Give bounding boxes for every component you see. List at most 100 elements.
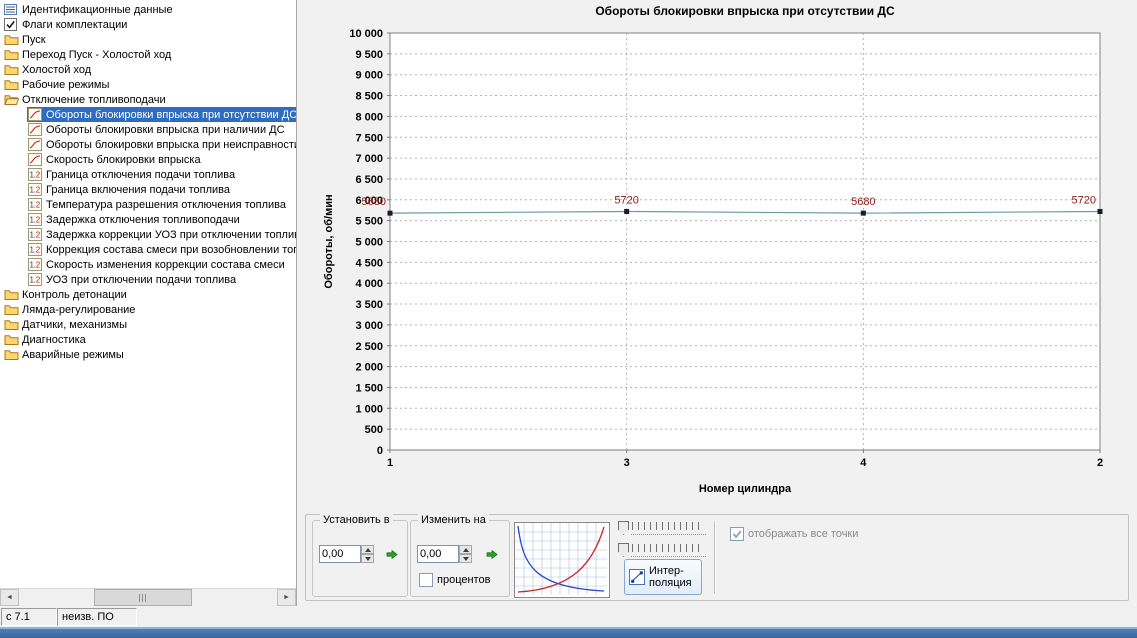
tree-item[interactable]: 1.2 Коррекция состава смеси при возобновл… xyxy=(0,242,296,257)
tree-horizontal-scrollbar[interactable]: ◄ ► xyxy=(0,588,296,606)
spin-up-button[interactable] xyxy=(361,545,374,554)
svg-text:8 000: 8 000 xyxy=(355,111,383,123)
tree-item-label: Температура разрешения отключения топлив… xyxy=(46,198,286,211)
svg-text:.2: .2 xyxy=(34,216,41,225)
change-value-spinner xyxy=(459,545,472,563)
svg-text:6 500: 6 500 xyxy=(355,174,383,186)
tree-item[interactable]: Контроль детонации xyxy=(0,287,296,302)
parameter-tree: Идентификационные данные Флаги комплектац… xyxy=(0,0,296,589)
slider-ticks-icon xyxy=(632,544,704,552)
tree-item[interactable]: Датчики, механизмы xyxy=(0,317,296,332)
folder-open-icon xyxy=(4,93,19,106)
tree-item-label: Контроль детонации xyxy=(22,288,127,301)
svg-text:8 500: 8 500 xyxy=(355,91,383,103)
tree-item[interactable]: Обороты блокировки впрыска при неисправн… xyxy=(0,137,296,152)
green-arrow-icon xyxy=(486,549,498,560)
scrollbar-thumb[interactable] xyxy=(94,589,192,606)
svg-text:3 500: 3 500 xyxy=(355,299,383,311)
tree-item[interactable]: Скорость блокировки впрыска xyxy=(0,152,296,167)
tree-item[interactable]: Пуск xyxy=(0,32,296,47)
interpolation-curves-icon xyxy=(515,523,607,595)
tree-item[interactable]: 1.2 Задержка отключения топливоподачи xyxy=(0,212,296,227)
id-data-icon xyxy=(4,3,19,16)
tree-item[interactable]: Флаги комплектации xyxy=(0,17,296,32)
value-icon: 1.2 xyxy=(28,198,43,211)
slider-thumb[interactable] xyxy=(618,543,629,557)
tree-item[interactable]: Диагностика xyxy=(0,332,296,347)
tree-item-label: Граница отключения подачи топлива xyxy=(46,168,236,181)
svg-text:3 000: 3 000 xyxy=(355,320,383,332)
apply-change-value-button[interactable] xyxy=(483,546,500,563)
tree-item[interactable]: Рабочие режимы xyxy=(0,77,296,92)
tree-item[interactable]: Обороты блокировки впрыска при наличии Д… xyxy=(0,122,296,137)
tree-item-label: Идентификационные данные xyxy=(22,3,173,16)
svg-text:5720: 5720 xyxy=(1072,194,1096,206)
tree-item[interactable]: Идентификационные данные xyxy=(0,2,296,17)
tree-item-label: Скорость изменения коррекции состава сме… xyxy=(46,258,285,271)
value-icon: 1.2 xyxy=(28,228,43,241)
svg-text:5680: 5680 xyxy=(362,196,386,208)
interpolation-slider-top[interactable] xyxy=(616,519,708,537)
status-version: с 7.1 xyxy=(1,608,57,626)
tree-item-label: Диагностика xyxy=(22,333,86,346)
curve-icon xyxy=(28,108,43,121)
status-bar: с 7.1 неизв. ПО xyxy=(0,606,1137,627)
svg-text:Обороты блокировки впрыска при: Обороты блокировки впрыска при отсутстви… xyxy=(595,4,895,18)
scrollbar-track[interactable] xyxy=(19,589,277,606)
svg-text:1 000: 1 000 xyxy=(355,403,383,415)
tree-item-label: Аварийные режимы xyxy=(22,348,124,361)
svg-text:5680: 5680 xyxy=(851,196,875,208)
tree-item-label: Коррекция состава смеси при возобновлени… xyxy=(46,243,296,256)
status-software: неизв. ПО xyxy=(57,608,137,626)
chart-svg[interactable]: 0 500 1 000 1 500 2 000 2 500 3 000 3 500 4 000 4… xyxy=(297,0,1137,510)
interpolation-sliders xyxy=(616,519,710,559)
gray-check-icon xyxy=(732,530,742,539)
slider-thumb[interactable] xyxy=(618,521,629,535)
tree-item[interactable]: Лямда-регулирование xyxy=(0,302,296,317)
svg-text:2: 2 xyxy=(1097,457,1103,469)
tree-item[interactable]: Обороты блокировки впрыска при отсутстви… xyxy=(0,107,296,122)
folder-icon xyxy=(4,48,19,61)
curve-icon xyxy=(28,153,43,166)
change-value-input[interactable] xyxy=(417,545,459,563)
show-all-points-label: отображать все точки xyxy=(748,528,859,540)
set-value-group-label: Установить в xyxy=(320,514,393,526)
tree-item[interactable]: Холостой ход xyxy=(0,62,296,77)
flags-icon xyxy=(4,18,19,31)
value-icon: 1.2 xyxy=(28,168,43,181)
chart-panel: 0 500 1 000 1 500 2 000 2 500 3 000 3 500 4 000 4… xyxy=(297,0,1137,606)
tree-item[interactable]: 1.2 УОЗ при отключении подачи топлива xyxy=(0,272,296,287)
tree-item[interactable]: 1.2 Скорость изменения коррекции состава … xyxy=(0,257,296,272)
tree-item[interactable]: Переход Пуск - Холостой ход xyxy=(0,47,296,62)
tree-item-label: Обороты блокировки впрыска при наличии Д… xyxy=(46,123,285,136)
value-icon: 1.2 xyxy=(28,258,43,271)
tree-item-label: Отключение топливоподачи xyxy=(22,93,166,106)
tree-item[interactable]: 1.2 Граница включения подачи топлива xyxy=(0,182,296,197)
svg-text:7 000: 7 000 xyxy=(355,153,383,165)
interpolation-button[interactable]: Интер-поляция xyxy=(624,559,702,595)
tree-item[interactable]: 1.2 Температура разрешения отключения топ… xyxy=(0,197,296,212)
spin-up-button[interactable] xyxy=(459,545,472,554)
tree-item[interactable]: Аварийные режимы xyxy=(0,347,296,362)
tree-item[interactable]: Отключение топливоподачи xyxy=(0,92,296,107)
change-value-group-label: Изменить на xyxy=(418,514,489,526)
window-border-bottom xyxy=(0,627,1137,638)
tree-item-label: Задержка отключения топливоподачи xyxy=(46,213,240,226)
svg-text:5 500: 5 500 xyxy=(355,216,383,228)
value-icon: 1.2 xyxy=(28,183,43,196)
tree-item[interactable]: 1.2 Граница отключения подачи топлива xyxy=(0,167,296,182)
spin-down-button[interactable] xyxy=(361,554,374,563)
scroll-left-button[interactable]: ◄ xyxy=(0,589,19,606)
folder-icon xyxy=(4,33,19,46)
set-value-input[interactable] xyxy=(319,545,361,563)
interpolation-slider-bottom[interactable] xyxy=(616,541,708,559)
scroll-right-button[interactable]: ► xyxy=(277,589,296,606)
apply-set-value-button[interactable] xyxy=(383,546,400,563)
percent-checkbox[interactable] xyxy=(419,573,433,587)
tree-item-label: Рабочие режимы xyxy=(22,78,110,91)
percent-checkbox-row[interactable]: процентов xyxy=(419,573,490,587)
spin-down-button[interactable] xyxy=(459,554,472,563)
tree-item-label: Обороты блокировки впрыска при отсутстви… xyxy=(46,108,296,121)
tree-item[interactable]: 1.2 Задержка коррекции УОЗ при отключении… xyxy=(0,227,296,242)
set-value-spinner xyxy=(361,545,374,563)
